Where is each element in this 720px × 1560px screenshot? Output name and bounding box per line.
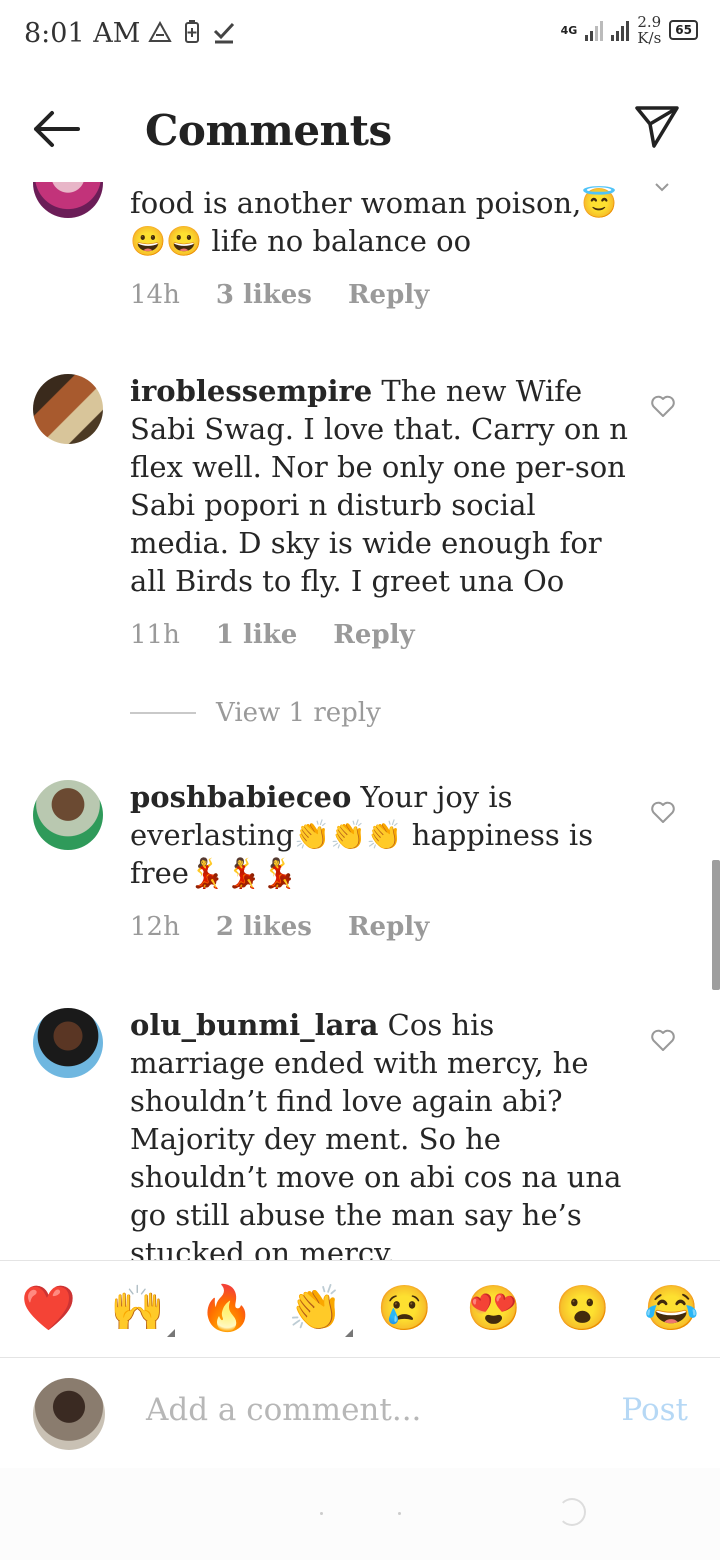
divider-line — [130, 712, 196, 714]
comment-time: 14h — [130, 280, 180, 310]
scrollbar[interactable] — [712, 860, 720, 990]
view-replies-label: View 1 reply — [216, 698, 381, 728]
reaction-fire[interactable]: 🔥 — [199, 1287, 254, 1331]
comment-username[interactable]: iroblessempire — [130, 374, 372, 408]
comment-likes[interactable]: 2 likes — [216, 912, 312, 942]
network-type: 4G — [560, 23, 578, 37]
comment-body: Cos his marriage ended with mercy, he sh… — [130, 1008, 622, 1260]
reaction-laughing[interactable]: 😂 — [644, 1287, 699, 1331]
battery-saver-icon — [185, 20, 199, 43]
comment-text: olu_bunmi_lara Cos his marriage ended wi… — [130, 1006, 630, 1260]
back-arrow-icon[interactable] — [30, 108, 82, 150]
reaction-clapping-glyph: 👏 — [288, 1283, 343, 1334]
comment-likes[interactable]: 1 like — [216, 620, 297, 650]
view-replies-button[interactable]: View 1 reply — [130, 698, 381, 728]
skin-tone-indicator — [166, 1329, 175, 1337]
avatar[interactable] — [33, 374, 103, 444]
comment-time: 12h — [130, 912, 180, 942]
signal-icon-2 — [611, 19, 630, 41]
chevron-down-icon[interactable] — [654, 182, 670, 192]
drive-icon — [148, 21, 172, 42]
nav-gesture-icon[interactable] — [558, 1498, 586, 1526]
reaction-raising-hands[interactable]: 🙌 — [110, 1287, 175, 1337]
page-title: Comments — [145, 106, 392, 155]
reaction-heart[interactable]: ❤️ — [21, 1287, 76, 1331]
reaction-heart-eyes[interactable]: 😍 — [466, 1287, 521, 1331]
comment-meta: 14h 3 likes Reply — [130, 280, 429, 310]
comment-text: poshbabieceo Your joy is everlasting👏👏👏 … — [130, 778, 630, 892]
comment-text: food is another woman poison,😇 😀😀 life n… — [130, 184, 630, 260]
check-icon — [213, 22, 235, 44]
current-user-avatar — [33, 1378, 105, 1450]
reaction-crying[interactable]: 😢 — [377, 1287, 432, 1331]
like-heart-icon[interactable] — [650, 1028, 676, 1052]
status-time: 8:01 AM — [24, 18, 141, 49]
reaction-clapping[interactable]: 👏 — [288, 1287, 353, 1337]
reaction-surprised[interactable]: 😮 — [555, 1287, 610, 1331]
avatar[interactable] — [33, 780, 103, 850]
reply-button[interactable]: Reply — [348, 912, 429, 942]
comment-input-bar: Add a comment... Post — [0, 1358, 720, 1468]
comment-username[interactable]: poshbabieceo — [130, 780, 351, 814]
like-heart-icon[interactable] — [650, 800, 676, 824]
comment-input[interactable]: Add a comment... — [146, 1392, 421, 1428]
network-speed: 2.9 K/s — [637, 14, 661, 46]
signal-icon — [585, 19, 604, 41]
speed-value: 2.9 — [637, 13, 662, 31]
comment-time: 11h — [130, 620, 180, 650]
status-icons-left — [148, 20, 236, 44]
status-icons-right: 4G 2.9 K/s 65 — [561, 14, 698, 46]
like-heart-icon[interactable] — [650, 394, 676, 418]
comments-header: Comments — [0, 82, 720, 182]
skin-tone-indicator — [344, 1329, 353, 1337]
send-icon[interactable] — [634, 104, 680, 150]
status-bar: 8:01 AM 4G 2.9 K/s 65 — [0, 0, 720, 72]
post-button[interactable]: Post — [621, 1392, 688, 1428]
nav-dot — [320, 1512, 323, 1515]
comment-username[interactable]: olu_bunmi_lara — [130, 1008, 378, 1042]
reply-button[interactable]: Reply — [348, 280, 429, 310]
reaction-raising-hands-glyph: 🙌 — [110, 1283, 165, 1334]
comment-meta: 12h 2 likes Reply — [130, 912, 429, 942]
speed-unit: K/s — [637, 29, 662, 47]
comment-text: iroblessempire The new Wife Sabi Swag. I… — [130, 372, 630, 600]
comments-list[interactable]: food is another woman poison,😇 😀😀 life n… — [0, 170, 720, 1260]
battery-indicator: 65 — [669, 20, 698, 40]
reply-button[interactable]: Reply — [333, 620, 414, 650]
system-nav-area — [0, 1468, 720, 1560]
quick-reactions-bar: ❤️ 🙌 🔥 👏 😢 😍 😮 😂 — [0, 1260, 720, 1358]
avatar[interactable] — [33, 1008, 103, 1078]
nav-dot — [398, 1512, 401, 1515]
comment-meta: 11h 1 like Reply — [130, 620, 415, 650]
comment-likes[interactable]: 3 likes — [216, 280, 312, 310]
comment-body: food is another woman poison,😇 😀😀 life n… — [130, 186, 618, 258]
